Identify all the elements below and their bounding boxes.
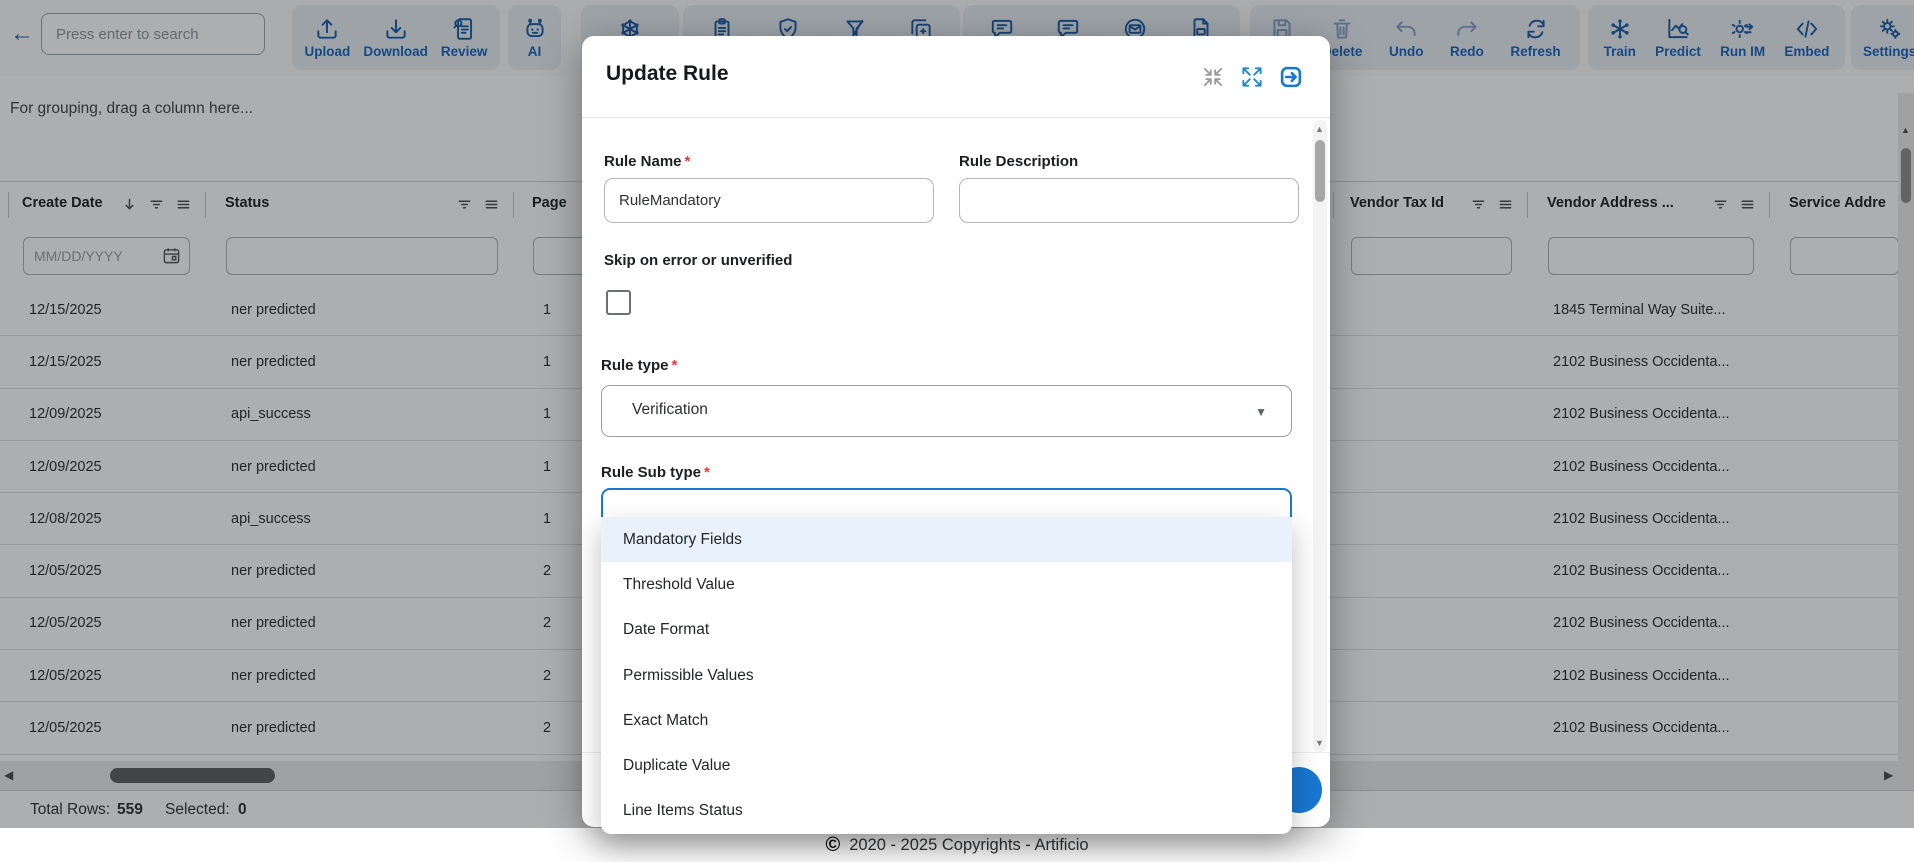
modal-header: Update Rule [582, 36, 1330, 118]
modal-scroll-thumb[interactable] [1315, 140, 1325, 202]
dropdown-option[interactable]: Line Items Status [601, 789, 1292, 834]
dropdown-option[interactable]: Date Format [601, 608, 1292, 653]
expand-icon[interactable] [1239, 64, 1265, 90]
rule-sub-type-dropdown: Mandatory FieldsThreshold ValueDate Form… [601, 517, 1292, 834]
dropdown-option[interactable]: Permissible Values [601, 653, 1292, 698]
dropdown-option[interactable]: Duplicate Value [601, 743, 1292, 788]
rule-description-label: Rule Description [959, 153, 1078, 170]
copyright-icon: © [825, 835, 840, 855]
dropdown-option[interactable]: Threshold Value [601, 562, 1292, 607]
modal-scroll-down-icon[interactable]: ▼ [1315, 738, 1324, 748]
rule-type-label: Rule type* [601, 357, 677, 374]
modal-scroll-up-icon[interactable]: ▲ [1315, 124, 1324, 134]
copyright-text: 2020 - 2025 Copyrights - Artificio [849, 836, 1088, 855]
dropdown-option[interactable]: Exact Match [601, 698, 1292, 743]
required-asterisk: * [704, 464, 710, 481]
exit-icon[interactable] [1278, 64, 1304, 90]
skip-on-error-checkbox[interactable] [606, 290, 631, 315]
rule-name-input[interactable] [604, 178, 934, 223]
skip-on-error-label: Skip on error or unverified [604, 252, 792, 269]
chevron-down-icon: ▼ [1255, 405, 1267, 419]
app-root: ← UploadDownloadReviewAIDeleteUndoRedoRe… [0, 0, 1914, 862]
modal-title: Update Rule [606, 62, 729, 86]
modal-window-controls [1200, 64, 1304, 90]
rule-description-input[interactable] [959, 178, 1299, 223]
rule-name-label: Rule Name* [604, 153, 690, 170]
rule-sub-type-label: Rule Sub type* [601, 464, 710, 481]
required-asterisk: * [685, 153, 691, 170]
required-asterisk: * [672, 357, 678, 374]
rule-type-value: Verification [632, 401, 708, 419]
collapse-icon[interactable] [1200, 64, 1226, 90]
dropdown-option[interactable]: Mandatory Fields [601, 517, 1292, 562]
rule-type-select[interactable]: Verification ▼ [601, 385, 1292, 437]
modal-scrollbar[interactable]: ▲ ▼ [1313, 120, 1327, 752]
